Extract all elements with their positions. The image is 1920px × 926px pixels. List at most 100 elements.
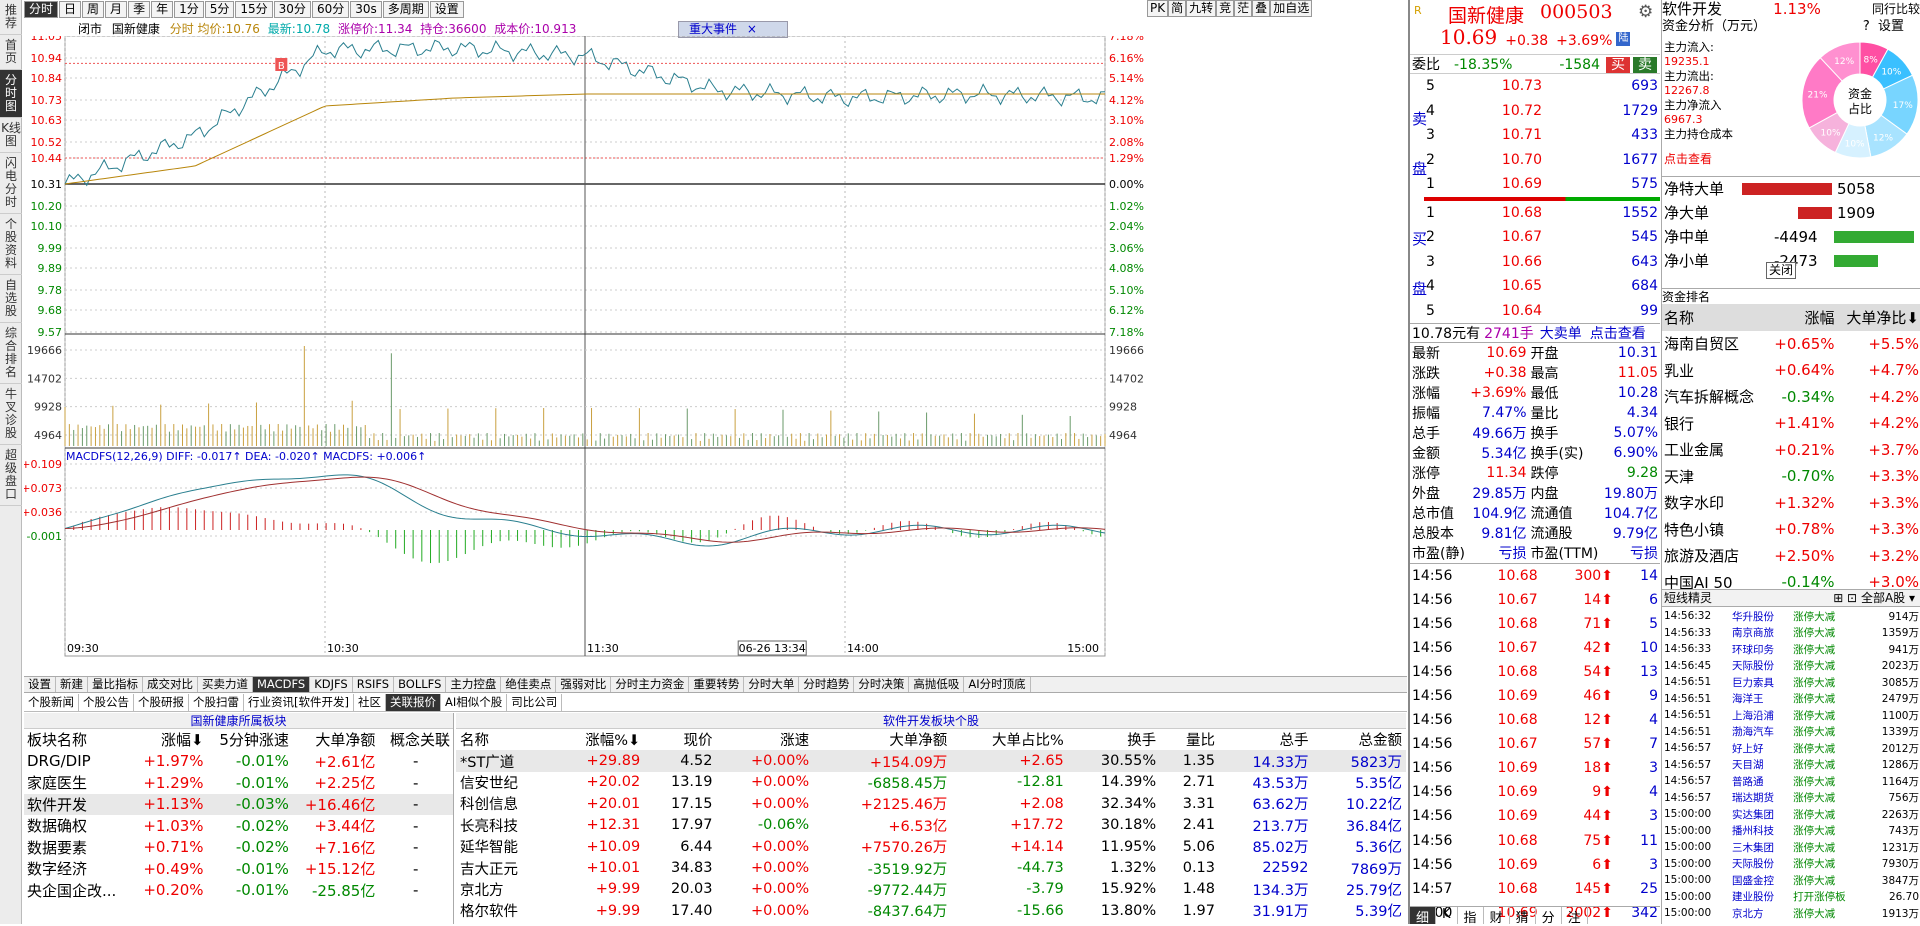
tool-4[interactable]: 茫 <box>1234 0 1253 17</box>
period-0[interactable]: 分时 <box>24 1 59 18</box>
gear-icon[interactable]: ⚙ <box>1638 2 1653 22</box>
bid-row[interactable]: 4 10.65 684 <box>1424 274 1660 299</box>
indicator-tab-8[interactable]: BOLLFS <box>394 677 447 692</box>
table-row[interactable]: 数字经济 +0.49% -0.01% +15.12亿 - <box>24 858 453 880</box>
close-button[interactable]: 关闭 <box>1766 262 1797 279</box>
nav-item-1[interactable]: 首页 <box>0 35 22 70</box>
news-tab-3[interactable]: 个股扫雷 <box>189 694 244 711</box>
period-3[interactable]: 月 <box>105 1 128 18</box>
table-row[interactable]: 15:00:00 京北方 涨停大减 1913万 <box>1662 905 1920 922</box>
ask-row[interactable]: 4 10.72 1729 <box>1424 99 1660 124</box>
help-icon[interactable]: ? 设置 <box>1863 18 1904 36</box>
table-row[interactable]: 旅游及酒店 +2.50% +3.2% <box>1662 543 1920 570</box>
table-row[interactable]: 吉大正元 +10.01 34.83 +0.00% -3519.92万 -44.73 1.32… <box>456 857 1406 878</box>
table-row[interactable]: 京北方 +9.99 20.03 +0.00% -9772.44万 -3.79 15.92% 1… <box>456 879 1406 900</box>
table-row[interactable]: 数据确权 +1.03% -0.02% +3.44亿 - <box>24 815 453 837</box>
indicator-tab-14[interactable]: 分时大单 <box>744 677 800 692</box>
stock-col-7[interactable]: 量比 <box>1160 729 1219 750</box>
period-7[interactable]: 5分 <box>204 1 235 18</box>
table-row[interactable]: 15:00:00 播州科技 涨停大减 743万 <box>1662 823 1920 840</box>
nav-item-3[interactable]: K线图 <box>0 118 22 153</box>
stock-col-1[interactable]: 涨幅%⬇ <box>552 729 644 750</box>
table-row[interactable]: 15:00:00 三木集团 涨停大减 1231万 <box>1662 839 1920 856</box>
table-row[interactable]: 15:00:00 国盛金控 涨停大减 3847万 <box>1662 872 1920 889</box>
table-row[interactable]: 乳业 +0.64% +4.7% <box>1662 357 1920 384</box>
indicator-tab-2[interactable]: 量比指标 <box>88 677 143 692</box>
indicator-tab-12[interactable]: 分时主力资金 <box>611 677 690 692</box>
indicator-tab-1[interactable]: 新建 <box>56 677 88 692</box>
table-row[interactable]: *ST广道 +29.89 4.52 +0.00% +154.09万 +2.65 30.55%… <box>456 750 1406 772</box>
bid-row[interactable]: 1 10.68 1552 <box>1424 201 1660 226</box>
nav-item-0[interactable]: 推荐 <box>0 0 22 35</box>
indicator-tab-11[interactable]: 强弱对比 <box>556 677 612 692</box>
table-row[interactable]: 数字水印 +1.32% +3.3% <box>1662 490 1920 517</box>
table-row[interactable]: 14:56:51 渤海汽车 涨停大减 1339万 <box>1662 724 1920 741</box>
quote-tab-6[interactable]: 注 <box>1562 907 1588 926</box>
stock-col-5[interactable]: 大单占比% <box>951 729 1067 750</box>
ask-row[interactable]: 3 10.71 433 <box>1424 123 1660 148</box>
nav-item-4[interactable]: 闪电分时 <box>0 153 22 214</box>
period-10[interactable]: 60分 <box>311 1 350 18</box>
stock-col-8[interactable]: 总手 <box>1219 729 1312 750</box>
bid-row[interactable]: 2 10.67 545 <box>1424 225 1660 250</box>
buy-button[interactable]: 买 <box>1606 57 1630 73</box>
table-row[interactable]: 14:56:32 华升股份 涨停大减 914万 <box>1662 608 1920 625</box>
period-2[interactable]: 周 <box>82 1 105 18</box>
table-row[interactable]: 长亮科技 +12.31 17.97 -0.06% +6.53亿 +17.72 30.18% 2… <box>456 815 1406 836</box>
quote-tab-4[interactable]: 猜 <box>1510 907 1536 926</box>
nav-item-6[interactable]: 自选股 <box>0 275 22 323</box>
table-row[interactable]: 15:00:00 实达集团 涨停大减 2263万 <box>1662 806 1920 823</box>
stock-col-0[interactable]: 名称 <box>456 729 552 750</box>
ask-row[interactable]: 2 10.70 1677 <box>1424 148 1660 173</box>
table-row[interactable]: 信安世纪 +20.02 13.19 +0.00% -6858.45万 -12.81 14.3… <box>456 772 1406 793</box>
bid-row[interactable]: 3 10.66 643 <box>1424 250 1660 275</box>
indicator-tab-6[interactable]: KDJFS <box>310 677 353 692</box>
news-tab-1[interactable]: 个股公告 <box>79 694 134 711</box>
indicator-tab-15[interactable]: 分时趋势 <box>799 677 855 692</box>
table-row[interactable]: 14:56:57 天目湖 涨停大减 1286万 <box>1662 757 1920 774</box>
nav-item-9[interactable]: 超级盘口 <box>0 445 22 506</box>
sector-col-4[interactable]: 概念关联 <box>378 729 453 751</box>
sector-col-1[interactable]: 涨幅⬇ <box>132 729 207 751</box>
table-row[interactable]: 14:56:51 巨力索具 涨停大减 3085万 <box>1662 674 1920 691</box>
close-icon[interactable]: × <box>747 22 757 36</box>
sector-col-3[interactable]: 大单净额 <box>292 729 378 751</box>
tool-6[interactable]: 加自选 <box>1270 0 1313 17</box>
table-row[interactable]: 工业金属 +0.21% +3.7% <box>1662 437 1920 464</box>
tool-0[interactable]: PK <box>1147 0 1169 17</box>
table-row[interactable]: 格尔软件 +9.99 17.40 +0.00% -8437.64万 -15.66 13.80… <box>456 900 1406 921</box>
news-tab-6[interactable]: 关联报价 <box>385 694 441 711</box>
rank-col-0[interactable]: 名称 <box>1662 304 1766 331</box>
table-row[interactable]: 延华智能 +10.09 6.44 +0.00% +7570.26万 +14.14 11.95… <box>456 836 1406 857</box>
indicator-tab-4[interactable]: 买卖力道 <box>198 677 253 692</box>
news-tab-0[interactable]: 个股新闻 <box>24 694 79 711</box>
nav-item-8[interactable]: 牛叉诊股 <box>0 384 22 445</box>
tool-2[interactable]: 九转 <box>1186 0 1217 17</box>
news-tab-7[interactable]: AI相似个股 <box>441 694 508 711</box>
table-row[interactable]: 14:56:57 普路通 涨停大减 1164万 <box>1662 773 1920 790</box>
table-row[interactable]: 15:00:00 建业股份 打开涨停板 26.70 <box>1662 889 1920 906</box>
nav-item-2[interactable]: 分时图 <box>0 70 22 118</box>
period-12[interactable]: 多周期 <box>382 1 429 18</box>
period-9[interactable]: 30分 <box>273 1 311 18</box>
table-row[interactable]: 14:56:51 海洋王 涨停大减 2479万 <box>1662 691 1920 708</box>
tool-3[interactable]: 竞 <box>1216 0 1235 17</box>
sector-col-0[interactable]: 板块名称 <box>24 729 132 751</box>
nav-item-5[interactable]: 个股资料 <box>0 214 22 275</box>
period-8[interactable]: 15分 <box>235 1 273 18</box>
news-tab-2[interactable]: 个股研报 <box>134 694 189 711</box>
news-tab-8[interactable]: 司比公司 <box>507 694 563 711</box>
short-filter[interactable]: ⊞ ⊡ 全部A股 ▾ <box>1833 590 1920 606</box>
table-row[interactable]: 家庭医生 +1.29% -0.01% +2.25亿 - <box>24 772 453 794</box>
indicator-tab-9[interactable]: 主力控盘 <box>446 677 502 692</box>
quote-tab-1[interactable]: K <box>1436 907 1458 924</box>
period-6[interactable]: 1分 <box>174 1 204 18</box>
news-tab-5[interactable]: 社区 <box>354 694 386 711</box>
rank-col-1[interactable]: 涨幅 <box>1766 304 1837 331</box>
sector-name[interactable]: 软件开发 <box>1662 0 1722 18</box>
ask-row[interactable]: 1 10.69 575 <box>1424 172 1660 197</box>
stock-col-4[interactable]: 大单净额 <box>813 729 951 750</box>
indicator-tab-7[interactable]: RSIFS <box>353 677 395 692</box>
table-row[interactable]: DRG/DIP +1.97% -0.01% +2.61亿 - <box>24 751 453 773</box>
indicator-tab-5[interactable]: MACDFS <box>253 677 311 692</box>
